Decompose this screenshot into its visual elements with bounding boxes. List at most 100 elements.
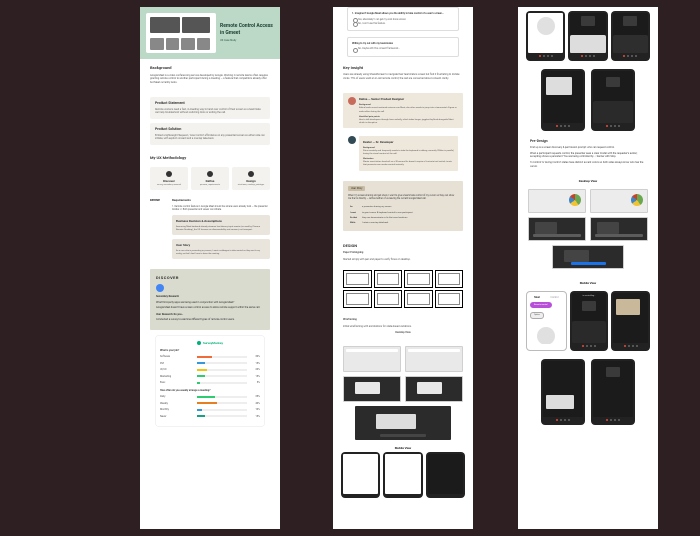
wireframe-sketch xyxy=(374,290,403,308)
persona-text: Has to talk developers through fixes ver… xyxy=(359,118,458,124)
user-story-card: User Story As a user who is presenting m… xyxy=(172,239,270,259)
phone-mockup xyxy=(526,11,565,61)
discover-subheading: User Research: Do you… xyxy=(156,313,264,317)
hero-subtitle: UX Case Study xyxy=(220,39,274,43)
discover-section: DISCOVER Secondary Research What third-p… xyxy=(150,269,270,329)
survey-row: Marketing15% xyxy=(160,375,260,379)
discover-text: What third-party apps are being used in … xyxy=(156,301,264,305)
user-story-body: When I'm screen-sharing and get stuck, I… xyxy=(348,194,458,200)
discover-text: Conducted a survey to examine different … xyxy=(156,318,264,322)
design-heading: DESIGN xyxy=(343,243,463,249)
tab-control[interactable]: Control xyxy=(550,296,558,300)
step-define: Define persona, requirements xyxy=(191,167,229,190)
mockup-dark xyxy=(528,217,586,241)
survey-row: PM15% xyxy=(160,362,260,366)
step-detail: wireframe, mockup, prototype xyxy=(234,184,268,187)
phone-mockup xyxy=(591,69,635,131)
mockup-dark xyxy=(405,376,463,402)
surveymonkey-logo: SurveyMonkey xyxy=(160,341,260,345)
assumptions-body: Assuming Meet backend already streams lo… xyxy=(176,225,266,231)
methodology-steps: Discover survey, secondary research Defi… xyxy=(140,163,280,194)
mockup-dark-large xyxy=(355,406,451,440)
poll-option[interactable]: No, I won't use this feature. xyxy=(358,22,454,25)
mockup-dark xyxy=(590,217,648,241)
survey-question: How often do you usually arrange a meeti… xyxy=(160,389,260,393)
phone-mockup xyxy=(383,452,422,498)
step-discover: Discover survey, secondary research xyxy=(150,167,188,190)
survey-row: Monthly10% xyxy=(160,408,260,412)
tab-meet[interactable]: Meet xyxy=(534,296,540,300)
survey-row: Software30% xyxy=(160,355,260,359)
google-meet-icon xyxy=(156,284,164,292)
step-design: Design wireframe, mockup, prototype xyxy=(232,167,270,190)
poll-question: Willing to try out with my teammates xyxy=(352,42,454,46)
discover-heading: DISCOVER xyxy=(156,275,264,281)
poll-option[interactable]: No, maybe with this consent framework… xyxy=(358,47,454,50)
wireframe-sketch xyxy=(435,270,464,288)
user-story-heading: User Story xyxy=(176,243,266,247)
product-solution-heading: Product Solution xyxy=(155,127,265,132)
pencil-icon xyxy=(248,171,254,177)
predesign-heading: Pre-Design xyxy=(530,139,646,144)
define-section: DEFINE Requirements 1. Remote control fe… xyxy=(140,194,280,263)
mockup-dark-large xyxy=(552,245,624,269)
paper-wireframes xyxy=(343,270,463,308)
survey-card: SurveyMonkey What is your job? Software3… xyxy=(156,336,264,427)
wireframe-heading: Paper Prototyping xyxy=(343,251,463,255)
mobile-view-label: Mobile View xyxy=(333,446,473,450)
persona-dexter: Dexter — Sr. Developer Background Pairs … xyxy=(343,132,463,175)
case-study-page-1: Remote Control Access in Gmeet UX Case S… xyxy=(140,7,280,529)
user-story-card: User Story When I'm screen-sharing and g… xyxy=(343,181,463,231)
discover-subheading: Secondary Research xyxy=(156,295,264,299)
phone-mockup xyxy=(611,11,650,61)
assumptions-heading: Business Decision & Assumptions xyxy=(176,219,266,223)
assumptions-callout: Business Decision & Assumptions Assuming… xyxy=(172,215,270,235)
wireframe-sketch xyxy=(404,290,433,308)
poll-card: Willing to try out with my teammates No,… xyxy=(347,37,459,57)
chip-remote-control[interactable]: Remote control xyxy=(530,302,552,309)
wireframe-sketch xyxy=(343,290,372,308)
target-icon xyxy=(207,171,213,177)
mockup-light xyxy=(590,189,648,213)
poll-question: 1. Imagine if Google Meet allows you the… xyxy=(352,12,454,16)
case-study-page-3: Pre-Design First up is a screen discover… xyxy=(518,7,658,529)
survey-row: Daily35% xyxy=(160,395,260,399)
mockup-light xyxy=(343,346,401,372)
define-label: DEFINE xyxy=(150,198,168,202)
desktop-mockups xyxy=(518,185,658,277)
phone-mockup xyxy=(426,452,465,498)
predesign-text: When a participant requests control, the… xyxy=(530,152,646,160)
user-story-table: Asa presenter sharing my screen I wantto… xyxy=(348,203,415,225)
avatar xyxy=(348,136,356,144)
phone-mockup xyxy=(568,11,607,61)
phone-mockup: Meet Control Remote control Option xyxy=(526,291,567,351)
requirements-heading: Requirements xyxy=(172,198,270,202)
user-story-body: As a user who is presenting my screen, I… xyxy=(176,250,266,256)
desktop-view-label: Desktop View xyxy=(518,179,658,183)
pie-chart-icon xyxy=(569,194,581,206)
survey-question: What is your job? xyxy=(160,349,260,353)
wireframe-sketch xyxy=(374,270,403,288)
wireframe-sketch xyxy=(435,290,464,308)
predesign-text: First up is a screen discovery & permiss… xyxy=(530,146,646,150)
phone-mockup: is controlling… xyxy=(570,291,609,351)
poll-option[interactable]: Yes, absolutely! I can get my work done … xyxy=(358,18,454,21)
step-detail: persona, requirements xyxy=(193,184,227,187)
hero-video-grid xyxy=(146,13,216,53)
case-study-page-2: 1. Imagine if Google Meet allows you the… xyxy=(333,7,473,529)
phone-mockup xyxy=(341,452,380,498)
wireframe-sketch xyxy=(404,270,433,288)
background-heading: Background xyxy=(150,65,270,71)
phone-mockup xyxy=(541,69,585,131)
wireframing-heading: Wireframing xyxy=(343,318,463,322)
desktop-mockups xyxy=(343,346,463,440)
predesign-text: 'In Control' & 'Giving Control' states h… xyxy=(530,161,646,169)
hero-title: Remote Control Access in Gmeet xyxy=(220,23,274,37)
product-statement: Product Statement Remote workers need a … xyxy=(150,97,270,119)
wireframe-body: Started simply with pen and paper to ver… xyxy=(343,258,463,262)
chip[interactable]: Option xyxy=(530,312,544,319)
key-insight-heading: Key Insight xyxy=(343,65,463,71)
persona-text: Kalina leads cross-functional reviews ov… xyxy=(359,106,458,112)
persona-text: Wants zero-friction hand-off so a 30-sec… xyxy=(363,160,454,166)
mockup-dark xyxy=(343,376,401,402)
